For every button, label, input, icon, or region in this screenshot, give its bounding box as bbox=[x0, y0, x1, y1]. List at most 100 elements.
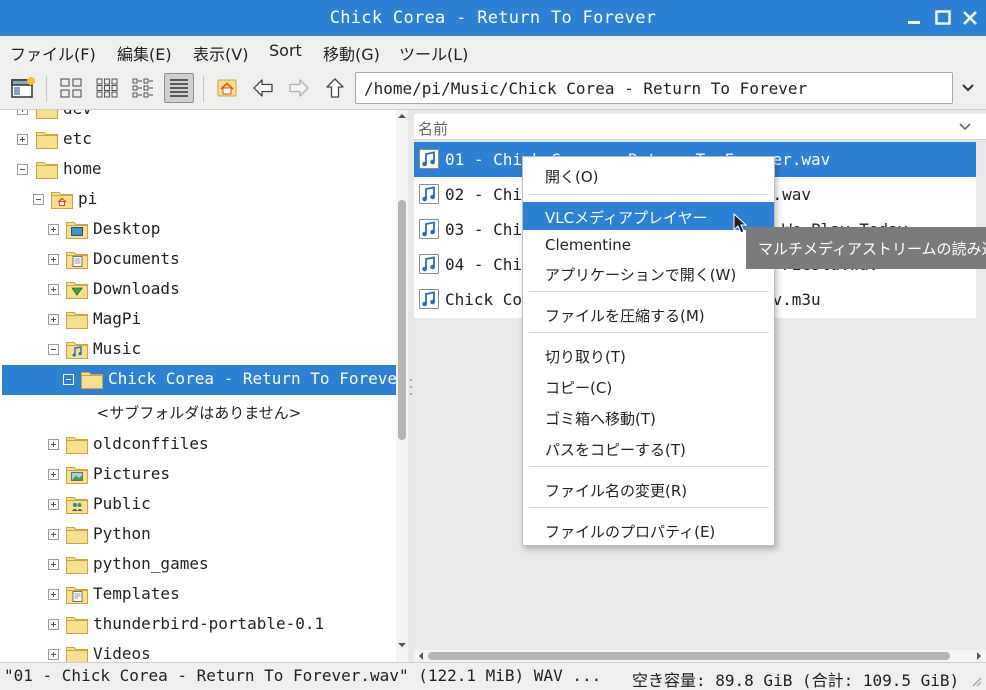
thumbnail-view-button[interactable] bbox=[92, 73, 122, 103]
context-menu-item[interactable]: パスをコピーする(T) bbox=[523, 434, 774, 462]
chevron-down-icon[interactable] bbox=[960, 80, 976, 96]
resize-grip-icon[interactable] bbox=[970, 675, 982, 687]
tree-item-label: oldconffiles bbox=[93, 434, 209, 453]
path-input[interactable]: /home/pi/Music/Chick Corea - Return To F… bbox=[355, 72, 953, 104]
folder-icon bbox=[66, 527, 88, 544]
context-menu-item[interactable]: 切り取り(T) bbox=[523, 341, 774, 369]
menu-tools[interactable]: ツール(L) bbox=[399, 41, 468, 65]
title-bar: Chick Corea - Return To Forever bbox=[0, 0, 986, 36]
collapse-icon[interactable] bbox=[48, 344, 59, 355]
context-menu-item[interactable]: ファイルのプロパティ(E) bbox=[523, 516, 774, 544]
maximize-icon[interactable] bbox=[933, 8, 953, 28]
tree-item[interactable]: Templates bbox=[0, 580, 396, 610]
minimize-icon[interactable] bbox=[904, 8, 924, 28]
tree-item[interactable]: MagPi bbox=[0, 305, 396, 335]
detailed-list-view-button[interactable] bbox=[164, 73, 194, 103]
home-button[interactable] bbox=[212, 73, 242, 103]
tree-item[interactable]: Public bbox=[0, 490, 396, 520]
tree-item[interactable]: Videos bbox=[0, 640, 396, 662]
collapse-icon[interactable] bbox=[63, 374, 74, 385]
folder-tree[interactable]: <サブフォルダはありません> dev etc home pi Desktop Docume… bbox=[0, 110, 408, 662]
context-menu-item[interactable]: コピー(C) bbox=[523, 372, 774, 400]
tree-item[interactable]: oldconffiles bbox=[0, 430, 396, 460]
context-menu-item[interactable]: Clementine bbox=[523, 231, 774, 259]
tree-item-label: Documents bbox=[93, 249, 180, 268]
menu-bar: ファイル(F) 編集(E) 表示(V) Sort 移動(G) ツール(L) bbox=[0, 36, 986, 66]
expand-icon[interactable] bbox=[48, 254, 59, 265]
chevron-down-icon[interactable] bbox=[958, 120, 972, 134]
scrollbar-thumb[interactable] bbox=[398, 200, 406, 440]
expand-icon[interactable] bbox=[17, 110, 28, 115]
tree-vertical-scrollbar[interactable] bbox=[396, 110, 408, 662]
expand-icon[interactable] bbox=[48, 224, 59, 235]
collapse-icon[interactable] bbox=[33, 194, 44, 205]
back-button[interactable] bbox=[248, 73, 278, 103]
templates-folder-icon bbox=[66, 587, 88, 604]
context-menu-item-label: VLCメディアプレイヤー bbox=[545, 209, 708, 227]
scrollbar-thumb[interactable] bbox=[428, 652, 950, 660]
scroll-down-icon[interactable] bbox=[397, 640, 407, 650]
context-menu-item[interactable]: ファイル名の変更(R) bbox=[523, 475, 774, 503]
tree-item-label: pi bbox=[78, 189, 98, 208]
context-menu-item[interactable]: ゴミ箱へ移動(T) bbox=[523, 403, 774, 431]
expand-icon[interactable] bbox=[48, 469, 59, 480]
folder-icon bbox=[81, 372, 103, 389]
tree-item[interactable]: Desktop bbox=[0, 215, 396, 245]
compact-view-button[interactable] bbox=[128, 73, 158, 103]
menu-edit[interactable]: 編集(E) bbox=[117, 41, 172, 65]
menu-view[interactable]: 表示(V) bbox=[193, 41, 248, 65]
menu-sort[interactable]: Sort bbox=[269, 41, 302, 60]
menu-separator bbox=[529, 466, 769, 467]
menu-file[interactable]: ファイル(F) bbox=[10, 41, 96, 65]
folder-icon bbox=[36, 162, 58, 179]
tree-item-label: MagPi bbox=[93, 309, 142, 328]
tree-item[interactable]: Documents bbox=[0, 245, 396, 275]
close-icon[interactable] bbox=[960, 8, 980, 28]
parent-folder-button[interactable] bbox=[320, 73, 350, 103]
tree-item[interactable]: Music bbox=[0, 335, 396, 365]
expand-icon[interactable] bbox=[48, 499, 59, 510]
tooltip: マルチメディアストリームの読み込みと再生 bbox=[746, 227, 986, 269]
tree-item[interactable]: dev bbox=[0, 110, 396, 125]
icon-view-icon bbox=[60, 78, 82, 98]
expand-icon[interactable] bbox=[48, 649, 59, 660]
tree-item[interactable]: python_games bbox=[0, 550, 396, 580]
tree-item[interactable]: Chick Corea - Return To Forever bbox=[2, 365, 407, 395]
tree-item[interactable]: pi bbox=[0, 185, 396, 215]
expand-icon[interactable] bbox=[48, 619, 59, 630]
tree-item[interactable]: Python bbox=[0, 520, 396, 550]
tree-item[interactable]: thunderbird-portable-0.1 bbox=[0, 610, 396, 640]
new-tab-button[interactable] bbox=[8, 73, 38, 103]
context-menu-item[interactable]: アプリケーションで開く(W) bbox=[523, 259, 774, 287]
toolbar-separator bbox=[203, 76, 204, 102]
documents-folder-icon bbox=[66, 252, 88, 269]
mouse-cursor-icon bbox=[733, 213, 747, 234]
expand-icon[interactable] bbox=[48, 589, 59, 600]
expand-icon[interactable] bbox=[48, 314, 59, 325]
tree-item[interactable]: Pictures bbox=[0, 460, 396, 490]
column-header-name[interactable]: 名前 bbox=[414, 114, 986, 140]
tree-item[interactable]: etc bbox=[0, 125, 396, 155]
collapse-icon[interactable] bbox=[17, 164, 28, 175]
downloads-folder-icon bbox=[66, 282, 88, 299]
tree-item[interactable]: Downloads bbox=[0, 275, 396, 305]
expand-icon[interactable] bbox=[48, 439, 59, 450]
forward-button[interactable] bbox=[284, 73, 314, 103]
expand-icon[interactable] bbox=[48, 559, 59, 570]
scroll-up-icon[interactable] bbox=[397, 111, 407, 121]
audio-file-icon bbox=[419, 149, 439, 169]
context-menu-item[interactable]: ファイルを圧縮する(M) bbox=[523, 300, 774, 328]
scroll-right-icon[interactable] bbox=[974, 651, 984, 661]
expand-icon[interactable] bbox=[48, 529, 59, 540]
pictures-folder-icon bbox=[66, 467, 88, 484]
public-folder-icon bbox=[66, 497, 88, 514]
file-list-horizontal-scrollbar[interactable] bbox=[414, 650, 986, 662]
icon-view-button[interactable] bbox=[56, 73, 86, 103]
context-menu-item-label: ファイル名の変更(R) bbox=[545, 482, 688, 500]
context-menu-item[interactable]: 開く(O) bbox=[523, 161, 774, 189]
tree-item[interactable]: home bbox=[0, 155, 396, 185]
expand-icon[interactable] bbox=[17, 134, 28, 145]
menu-go[interactable]: 移動(G) bbox=[323, 41, 380, 65]
expand-icon[interactable] bbox=[48, 284, 59, 295]
scroll-left-icon[interactable] bbox=[416, 651, 426, 661]
